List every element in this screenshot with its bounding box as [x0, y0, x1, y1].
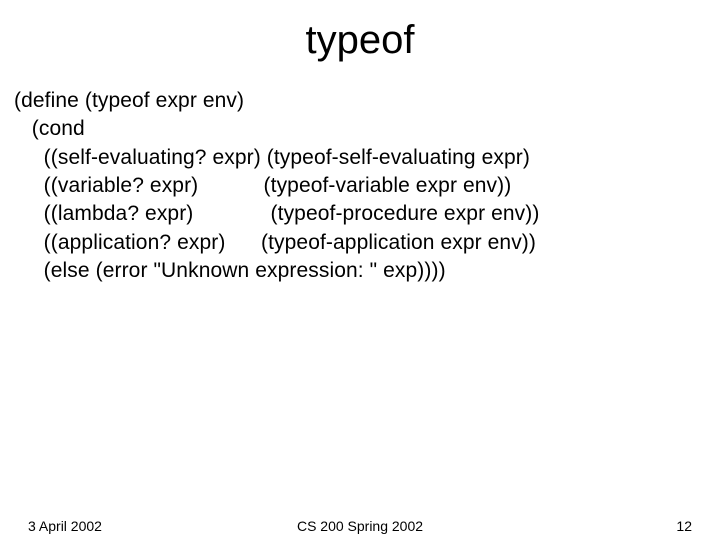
code-line-4: ((variable? expr) (typeof-variable expr … — [14, 174, 511, 197]
code-line-5: ((lambda? expr) (typeof-procedure expr e… — [14, 202, 539, 225]
slide: typeof (define (typeof expr env) (cond (… — [0, 0, 720, 540]
footer-page: 12 — [676, 518, 692, 534]
code-line-2: (cond — [14, 117, 85, 140]
code-block: (define (typeof expr env) (cond ((self-e… — [0, 73, 720, 285]
footer-course: CS 200 Spring 2002 — [0, 518, 720, 534]
code-line-7: (else (error "Unknown expression: " exp)… — [14, 259, 446, 282]
code-line-1: (define (typeof expr env) — [14, 89, 244, 112]
slide-title: typeof — [0, 0, 720, 73]
code-line-6: ((application? expr) (typeof-application… — [14, 231, 536, 254]
code-line-3: ((self-evaluating? expr) (typeof-self-ev… — [14, 146, 530, 169]
